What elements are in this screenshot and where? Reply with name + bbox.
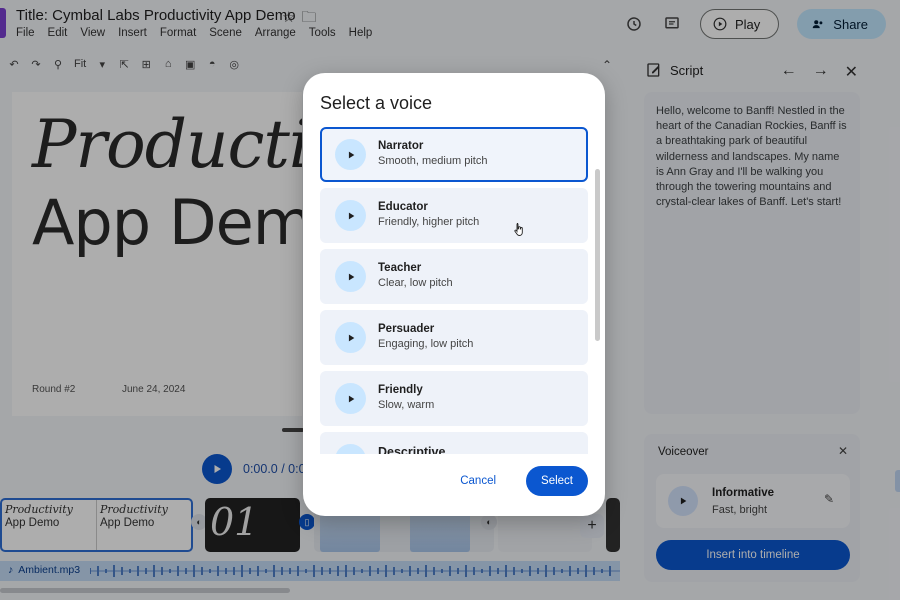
voice-option-desc: Engaging, low pitch: [378, 338, 474, 350]
select-button[interactable]: Select: [526, 466, 588, 496]
voice-option-name: Descriptive: [378, 445, 446, 454]
voice-list: Narrator Smooth, medium pitch Educator F…: [320, 127, 588, 454]
select-voice-dialog: Select a voice Narrator Smooth, medium p…: [303, 73, 605, 516]
voice-list-scrollbar[interactable]: [595, 169, 600, 341]
dialog-actions: Cancel Select: [450, 466, 588, 496]
play-icon: [348, 334, 354, 341]
voice-option-desc: Slow, warm: [378, 399, 435, 411]
cancel-button[interactable]: Cancel: [450, 467, 506, 495]
voice-option-desc: Clear, low pitch: [378, 277, 453, 289]
voice-option-persuader[interactable]: Persuader Engaging, low pitch: [320, 310, 588, 365]
voice-preview-button[interactable]: [335, 200, 366, 231]
voice-option-desc: Friendly, higher pitch: [378, 216, 480, 228]
voice-preview-button[interactable]: [335, 383, 366, 414]
voice-preview-button[interactable]: [335, 322, 366, 353]
voice-option-name: Teacher: [378, 262, 422, 274]
voice-option-friendly[interactable]: Friendly Slow, warm: [320, 371, 588, 426]
voice-preview-button[interactable]: [335, 139, 366, 170]
voice-option-name: Persuader: [378, 323, 435, 335]
voice-option-name: Friendly: [378, 384, 423, 396]
play-icon: [348, 212, 354, 219]
hand-pointer-icon: [514, 223, 523, 236]
voice-option-narrator[interactable]: Narrator Smooth, medium pitch: [320, 127, 588, 182]
play-icon: [348, 395, 354, 402]
play-icon: [348, 151, 354, 158]
voice-option-descriptive[interactable]: Descriptive: [320, 432, 588, 454]
voice-option-desc: Smooth, medium pitch: [378, 155, 488, 167]
voice-option-name: Educator: [378, 201, 428, 213]
dialog-title: Select a voice: [320, 93, 433, 113]
voice-option-teacher[interactable]: Teacher Clear, low pitch: [320, 249, 588, 304]
play-icon: [348, 273, 354, 280]
voice-option-name: Narrator: [378, 140, 424, 152]
voice-preview-button[interactable]: [335, 444, 366, 454]
voice-option-educator[interactable]: Educator Friendly, higher pitch: [320, 188, 588, 243]
voice-preview-button[interactable]: [335, 261, 366, 292]
